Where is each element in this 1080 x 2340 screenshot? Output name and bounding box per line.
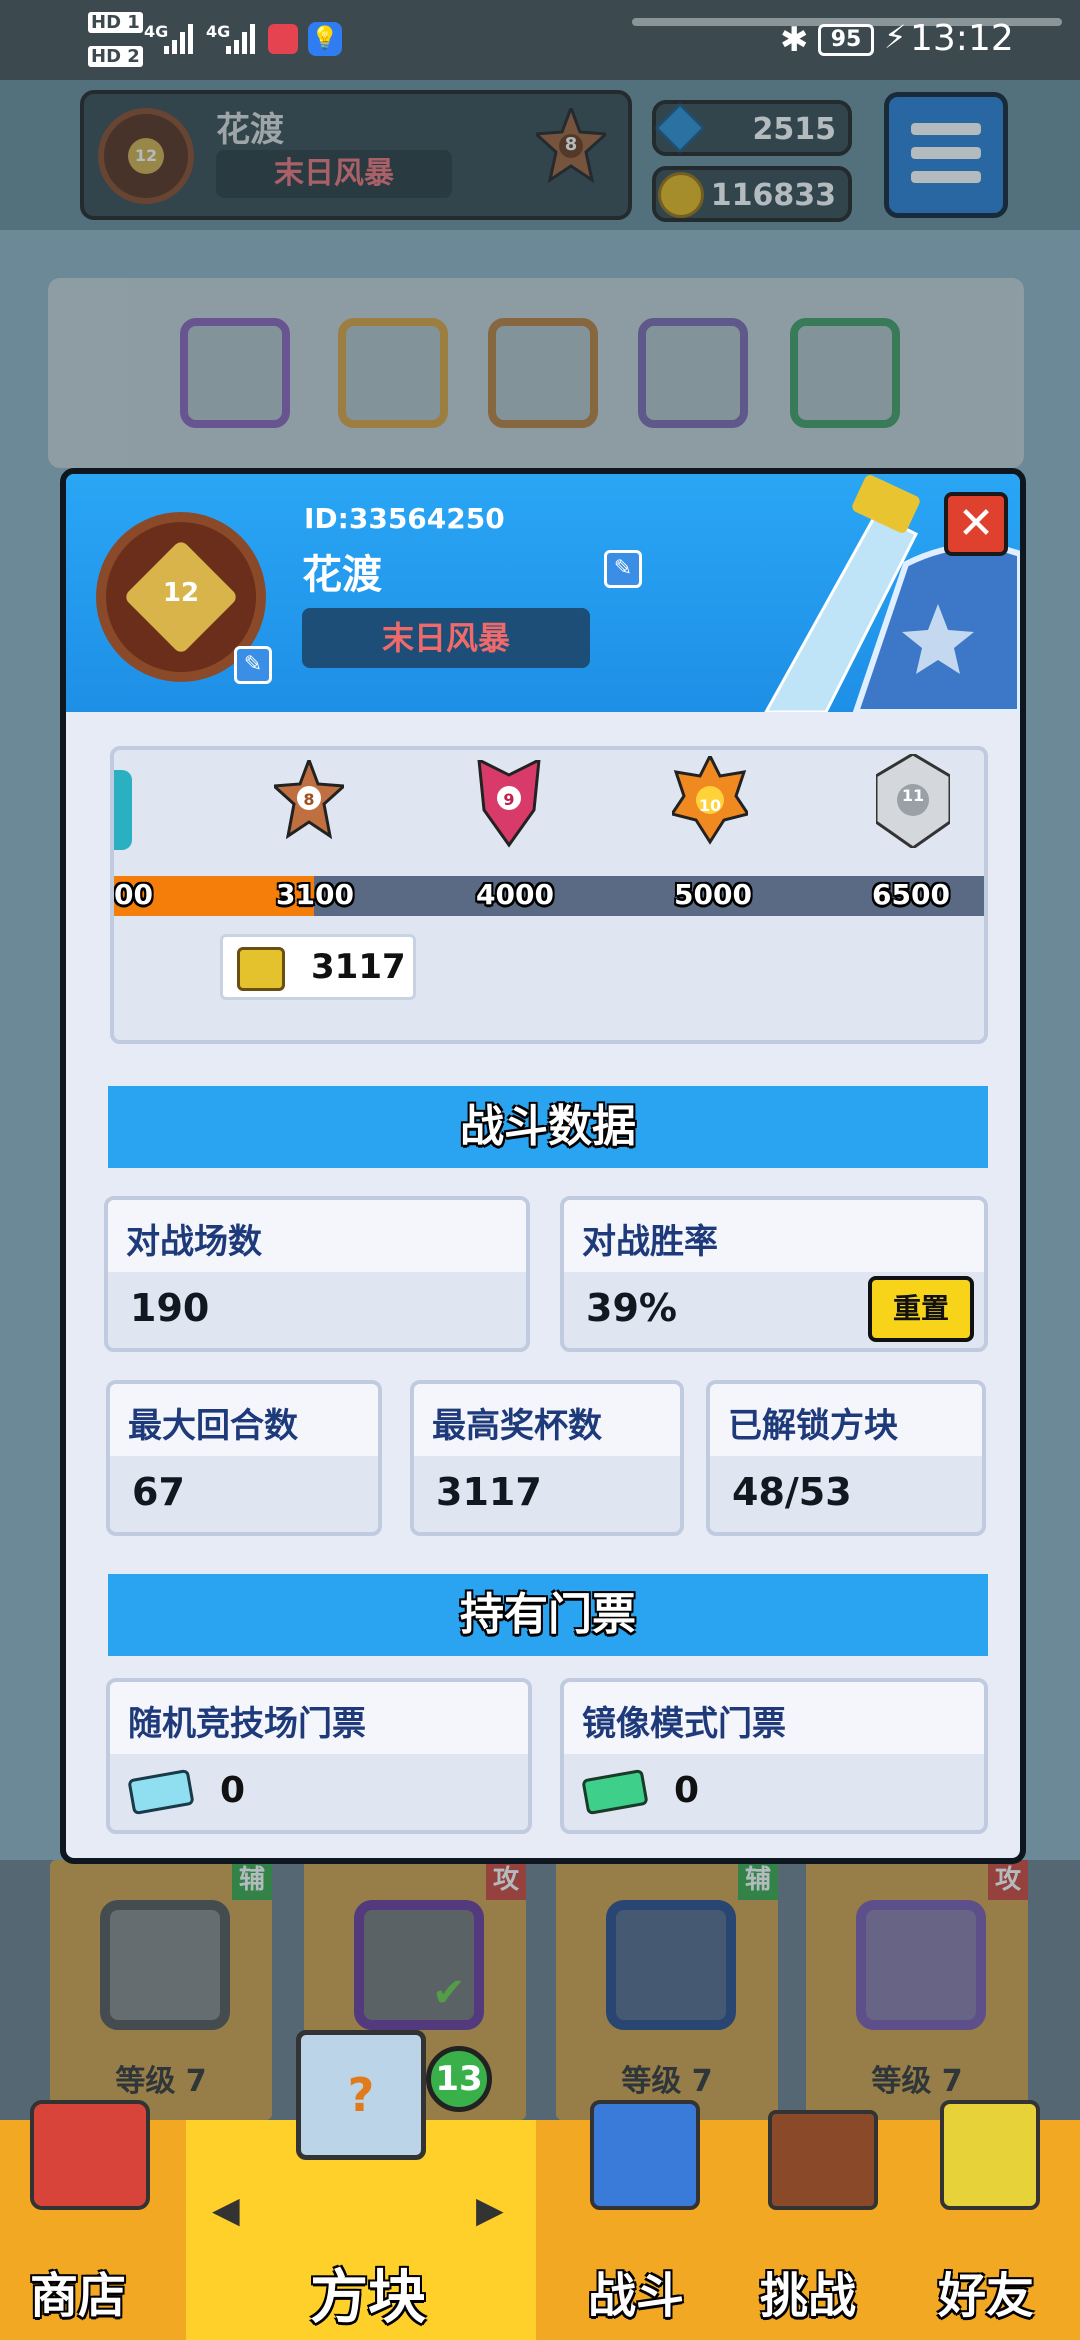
stat-value: 48/53 xyxy=(732,1470,852,1514)
next-arrow-icon[interactable]: ▶ xyxy=(476,2190,504,2231)
bulb-icon: 💡 xyxy=(308,22,342,56)
battle-data-header: 战斗数据 xyxy=(108,1086,988,1168)
sim2-label: HD 2 xyxy=(88,46,143,67)
current-trophies: 3117 xyxy=(311,947,406,987)
stat-max-trophies: 最高奖杯数 3117 xyxy=(410,1380,684,1536)
ticket-count: 0 xyxy=(220,1770,246,1811)
trophy-progress-bar: 00 3100 4000 5000 6500 xyxy=(114,876,984,916)
clock: 13:12 xyxy=(910,18,1014,59)
rank-score-partial: 00 xyxy=(114,878,153,911)
rank-score: 5000 xyxy=(674,878,752,911)
nav-blocks-label: 方块 xyxy=(310,2263,427,2331)
ticket-random-arena: 随机竞技场门票 0 xyxy=(106,1678,532,1834)
ticket-count: 0 xyxy=(674,1770,700,1811)
mystery-cube-icon: ? xyxy=(296,2030,426,2160)
tickets-title: 持有门票 xyxy=(460,1589,636,1640)
sim1-label: HD 1 xyxy=(88,12,143,33)
close-button[interactable]: ✕ xyxy=(944,492,1008,556)
stat-label: 对战场数 xyxy=(108,1200,526,1272)
stat-max-rounds: 最大回合数 67 xyxy=(106,1380,382,1536)
stat-winrate: 对战胜率 39% 重置 xyxy=(560,1196,988,1352)
edit-avatar-icon[interactable]: ✎ xyxy=(234,646,272,684)
bottom-nav: 商店 ? 13 ◀ ▶ 方块 战斗 挑战 好友 xyxy=(0,2030,1080,2340)
battery-level: 95 xyxy=(830,27,862,52)
profile-level: 12 xyxy=(162,578,200,608)
rank-score: 3100 xyxy=(276,878,354,911)
stat-label: 已解锁方块 xyxy=(710,1384,982,1456)
rank-track: 8 9 10 11 00 3100 4000 5000 6500 3117 xyxy=(110,746,988,1044)
nav-battle-label: 战斗 xyxy=(588,2268,685,2324)
rank-number: 9 xyxy=(503,790,515,809)
player-id: ID:33564250 xyxy=(304,502,505,535)
signal-icon-2 xyxy=(226,24,255,54)
friends-icon xyxy=(940,2100,1040,2210)
rank-score: 4000 xyxy=(476,878,554,911)
nav-friends-label: 好友 xyxy=(938,2268,1035,2324)
reset-button[interactable]: 重置 xyxy=(868,1276,974,1342)
ticket-label: 镜像模式门票 xyxy=(564,1682,984,1754)
stat-battles: 对战场数 190 xyxy=(104,1196,530,1352)
nav-challenge[interactable]: 挑战 xyxy=(740,2110,910,2340)
ticket-mirror-mode: 镜像模式门票 0 xyxy=(560,1678,988,1834)
bluetooth-icon: ✱ xyxy=(780,20,809,60)
nav-shop[interactable]: 商店 xyxy=(0,2100,186,2340)
edit-name-icon[interactable]: ✎ xyxy=(604,550,642,588)
random-ticket-icon xyxy=(127,1768,195,1816)
stat-value: 3117 xyxy=(436,1470,542,1514)
nav-battle[interactable]: 战斗 xyxy=(560,2100,730,2340)
profile-name: 花渡 xyxy=(302,552,382,598)
nav-challenge-label: 挑战 xyxy=(760,2268,857,2324)
mirror-ticket-icon xyxy=(581,1768,649,1816)
notification-app-icon xyxy=(268,24,298,54)
prev-arrow-icon[interactable]: ◀ xyxy=(212,2190,240,2231)
player-profile-modal: 12 ✎ ID:33564250 花渡 ✎ 末日风暴 ✕ 8 9 10 11 0… xyxy=(60,468,1026,1864)
battle-icon xyxy=(590,2100,700,2210)
ticket-label: 随机竞技场门票 xyxy=(110,1682,528,1754)
status-bar: HD 1 HD 2 4G 4G 💡 ✱ 95 ⚡ 13:12 xyxy=(0,0,1080,80)
stat-unlocked-blocks: 已解锁方块 48/53 xyxy=(706,1380,986,1536)
nav-friends[interactable]: 好友 xyxy=(910,2100,1080,2340)
rank-number: 11 xyxy=(901,786,925,805)
current-trophy-marker: 3117 xyxy=(220,934,416,1000)
stat-label: 最大回合数 xyxy=(110,1384,378,1456)
rank-number: 8 xyxy=(303,790,315,809)
nav-blocks[interactable]: ? 13 ◀ ▶ 方块 xyxy=(186,2030,536,2340)
rank-number: 10 xyxy=(698,796,722,815)
charging-icon: ⚡ xyxy=(884,18,907,56)
nav-shop-label: 商店 xyxy=(30,2268,127,2324)
profile-title: 末日风暴 xyxy=(302,608,590,668)
tickets-header: 持有门票 xyxy=(108,1574,988,1656)
trophy-icon xyxy=(237,947,285,991)
modal-header: 12 ✎ ID:33564250 花渡 ✎ 末日风暴 ✕ xyxy=(66,474,1020,712)
signal-icon xyxy=(164,24,193,54)
stat-value: 67 xyxy=(132,1470,185,1514)
stat-value: 190 xyxy=(130,1286,210,1330)
rank-badge-partial xyxy=(114,770,132,850)
battery-icon: 95 xyxy=(818,24,874,56)
stat-label: 对战胜率 xyxy=(564,1200,984,1272)
cube-count-badge: 13 xyxy=(426,2046,492,2112)
battle-data-title: 战斗数据 xyxy=(460,1101,636,1152)
shop-icon xyxy=(30,2100,150,2210)
stat-label: 最高奖杯数 xyxy=(414,1384,680,1456)
rank-score: 6500 xyxy=(872,878,950,911)
challenge-icon xyxy=(768,2110,878,2210)
